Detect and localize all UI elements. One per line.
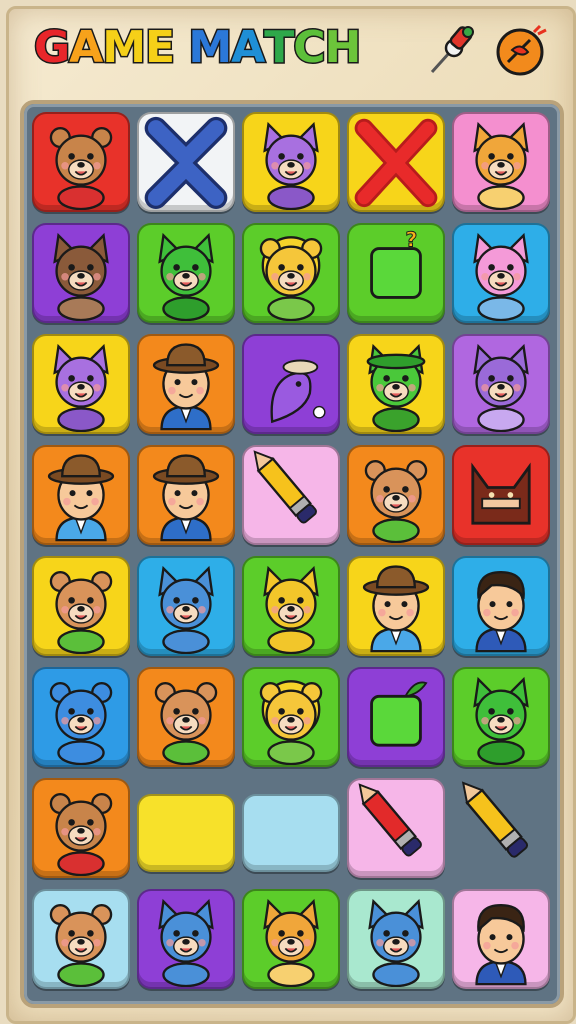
pencil-icon — [461, 781, 529, 858]
tile-r3-c2[interactable] — [137, 334, 235, 434]
tile-r2-c4[interactable]: ? — [347, 223, 445, 323]
green-cat-icon — [158, 232, 214, 321]
title-letter: A — [230, 21, 267, 75]
svg-text:?: ? — [405, 228, 417, 252]
tile-r5-c1[interactable] — [32, 556, 130, 656]
man-icon — [475, 570, 527, 653]
tile-r1-c1[interactable] — [32, 112, 130, 212]
game-title: GAME MATCH — [32, 21, 363, 75]
tile-r4-c2[interactable] — [137, 445, 235, 545]
yellow-fox-icon — [263, 565, 319, 654]
title-letter: A — [68, 21, 105, 75]
tile-r8-c3[interactable] — [242, 889, 340, 989]
tile-r5-c4[interactable] — [347, 556, 445, 656]
title-letter: H — [323, 21, 363, 75]
green-cat-icon — [473, 676, 529, 765]
tile-r4-c4[interactable] — [347, 445, 445, 545]
tile-r5-c5[interactable] — [452, 556, 550, 656]
purple-cat-icon — [53, 343, 109, 432]
blue-x-icon — [144, 116, 228, 209]
tile-r7-c4[interactable] — [347, 778, 445, 878]
tile-r6-c1[interactable] — [32, 667, 130, 767]
tile-r6-c4[interactable] — [347, 667, 445, 767]
tile-r7-c5[interactable] — [452, 778, 550, 878]
tile-r3-c5[interactable] — [452, 334, 550, 434]
tile-r5-c3[interactable] — [242, 556, 340, 656]
tile-r6-c2[interactable] — [137, 667, 235, 767]
tile-r3-c4[interactable] — [347, 334, 445, 434]
pink-cat-icon — [473, 232, 529, 321]
hat-kid-icon — [362, 565, 430, 653]
red-x-icon — [354, 118, 438, 208]
hat-kid-icon — [47, 454, 115, 542]
dark-fox-icon — [471, 462, 531, 525]
tile-r7-c1[interactable] — [32, 778, 130, 878]
purple-wolf-icon — [473, 343, 529, 432]
green-hat-cat-icon — [366, 343, 426, 432]
tile-r4-c3[interactable] — [242, 445, 340, 545]
title-letter: E — [143, 21, 176, 75]
tile-r7-c2[interactable] — [137, 794, 235, 872]
tile-r2-c1[interactable] — [32, 223, 130, 323]
title-letter: T — [263, 21, 296, 75]
pushpin-icon[interactable] — [424, 22, 480, 78]
tile-r8-c1[interactable] — [32, 889, 130, 989]
title-letter: M — [187, 21, 234, 75]
mystery-block-icon: ? — [370, 227, 422, 299]
tile-r8-c5[interactable] — [452, 889, 550, 989]
green-block-icon — [370, 681, 428, 747]
title-letter — [174, 22, 188, 73]
blue-cat-icon — [158, 565, 214, 654]
blue-cat-icon — [158, 898, 214, 987]
hat-man-icon — [152, 343, 220, 431]
tile-r2-c5[interactable] — [452, 223, 550, 323]
fox-icon — [473, 121, 529, 210]
tile-r3-c3[interactable] — [242, 334, 340, 434]
hat-creature-icon — [270, 359, 326, 424]
sun-bear-icon — [259, 680, 323, 765]
pencil-icon — [253, 450, 317, 524]
tile-r1-c2[interactable] — [137, 112, 235, 212]
tile-r8-c4[interactable] — [347, 889, 445, 989]
purple-cat-icon — [263, 121, 319, 210]
title-letter: C — [292, 21, 327, 75]
title-letter: G — [32, 21, 71, 75]
tile-r4-c1[interactable] — [32, 445, 130, 545]
tile-r2-c2[interactable] — [137, 223, 235, 323]
blue-cat-icon — [368, 898, 424, 987]
red-pencil-icon — [358, 783, 422, 857]
bear-man-icon — [49, 126, 113, 210]
tile-r4-c5[interactable] — [452, 445, 550, 545]
game-board: ? — [20, 100, 564, 1008]
header: GAME MATCH — [0, 0, 576, 100]
dog-icon — [53, 232, 109, 321]
bear-icon — [49, 903, 113, 987]
tile-r3-c1[interactable] — [32, 334, 130, 434]
bear-man-icon — [49, 792, 113, 876]
tile-r1-c5[interactable] — [452, 112, 550, 212]
man-icon — [475, 903, 527, 986]
tile-r1-c4[interactable] — [347, 112, 445, 212]
bear-icon — [49, 570, 113, 654]
fire-shield-icon[interactable] — [494, 22, 550, 78]
blue-bear-icon — [49, 681, 113, 765]
title-letter: M — [101, 21, 148, 75]
tile-r2-c3[interactable] — [242, 223, 340, 323]
tile-r8-c2[interactable] — [137, 889, 235, 989]
tile-r6-c5[interactable] — [452, 667, 550, 767]
tile-r5-c2[interactable] — [137, 556, 235, 656]
bear-icon — [364, 459, 428, 543]
tile-r1-c3[interactable] — [242, 112, 340, 212]
fox-icon — [263, 898, 319, 987]
hat-man-icon — [152, 454, 220, 542]
tile-r6-c3[interactable] — [242, 667, 340, 767]
bear-icon — [154, 681, 218, 765]
sun-bear-icon — [259, 236, 323, 321]
tile-r7-c3[interactable] — [242, 794, 340, 872]
